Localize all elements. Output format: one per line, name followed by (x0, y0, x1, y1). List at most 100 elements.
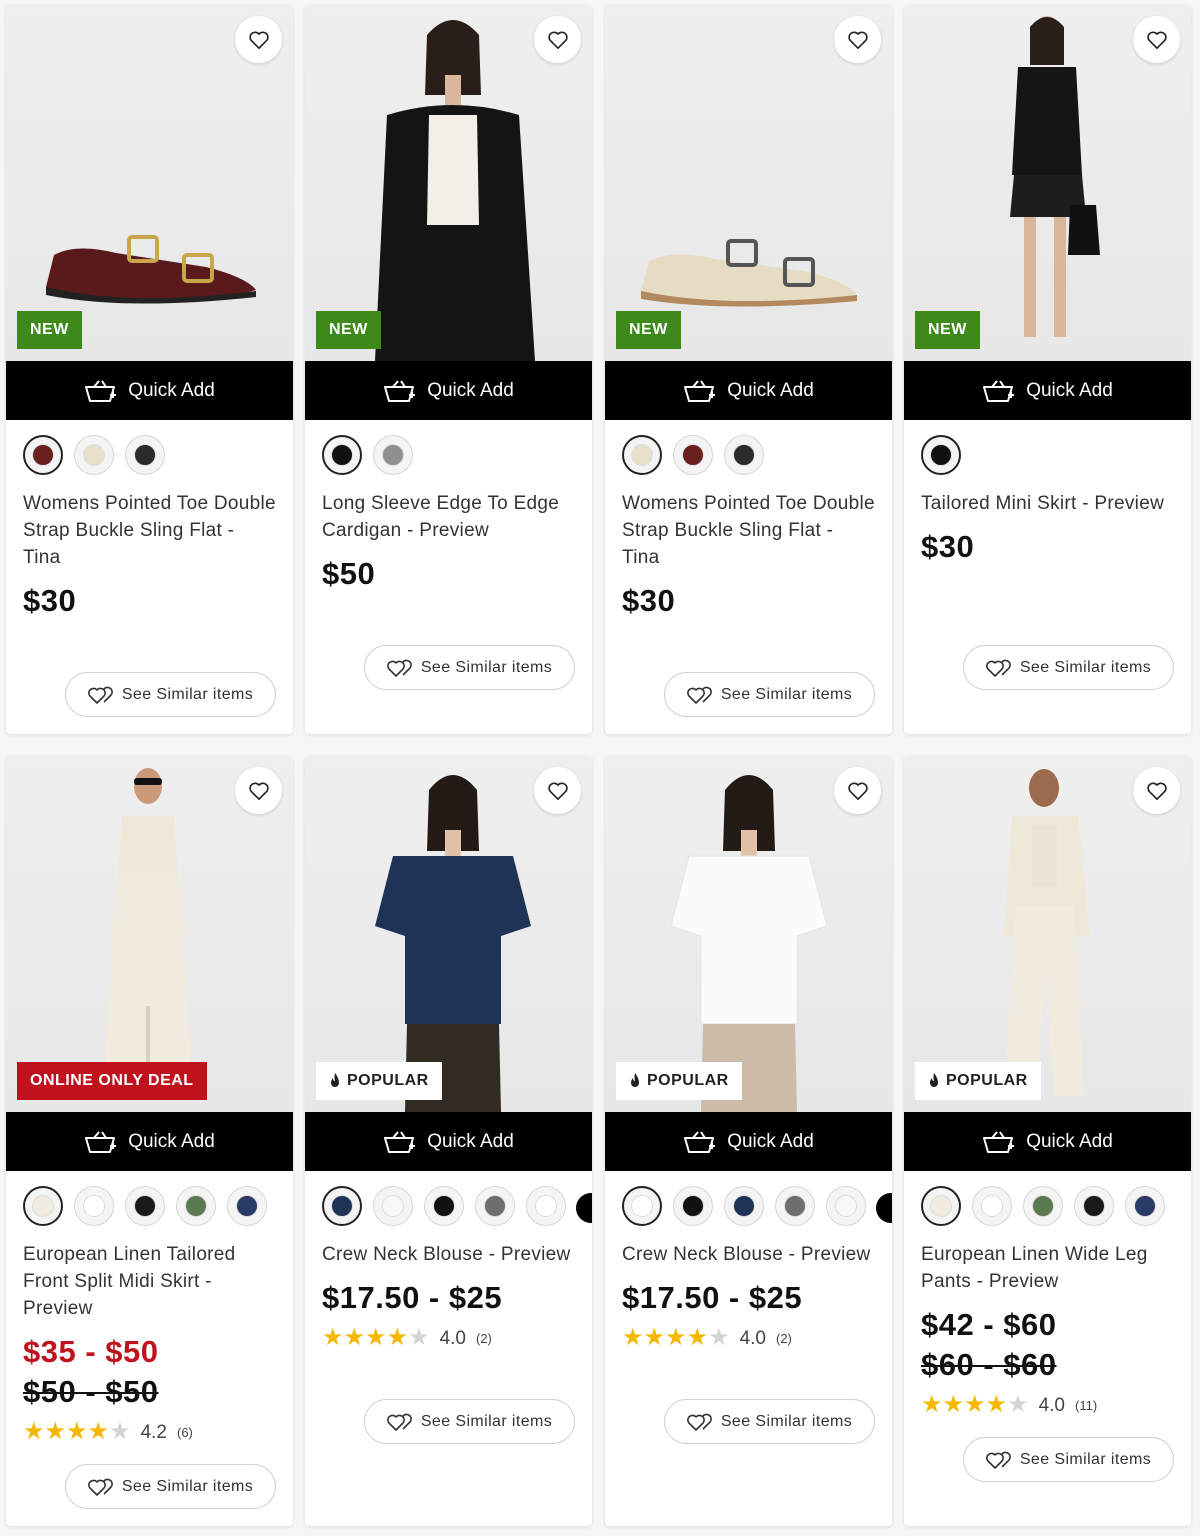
color-swatch[interactable] (1074, 1186, 1114, 1226)
color-swatch[interactable] (322, 435, 362, 475)
swatch-color (631, 444, 653, 466)
swatch-color (1032, 1195, 1054, 1217)
wishlist-button[interactable] (1133, 16, 1180, 63)
color-swatch[interactable] (526, 1186, 566, 1226)
basket-icon (384, 379, 416, 402)
star-icon: ★ (23, 1418, 45, 1445)
color-swatch[interactable] (673, 1186, 713, 1226)
rating-value: 4.0 (1038, 1394, 1065, 1416)
product-name[interactable]: European Linen Tailored Front Split Midi… (23, 1241, 276, 1322)
color-swatch[interactable] (373, 1186, 413, 1226)
color-swatch[interactable] (972, 1186, 1012, 1226)
similar-hearts-icon (87, 686, 113, 704)
see-similar-button[interactable]: See Similar items (364, 1399, 575, 1444)
color-swatch[interactable] (424, 1186, 464, 1226)
product-image[interactable]: POPULAR (305, 756, 592, 1112)
product-image[interactable]: NEW (305, 5, 592, 361)
swatch-color (835, 1195, 857, 1217)
review-count[interactable]: (2) (776, 1331, 792, 1346)
similar-hearts-icon (386, 659, 412, 677)
product-card[interactable]: NEW Quick Add Womens Pointed Toe Double … (6, 5, 293, 734)
quick-add-button[interactable]: Quick Add (305, 1112, 592, 1171)
swatch-scroll-button[interactable] (576, 1193, 592, 1223)
color-swatch[interactable] (921, 435, 961, 475)
review-count[interactable]: (2) (476, 1331, 492, 1346)
see-similar-button[interactable]: See Similar items (664, 1399, 875, 1444)
quick-add-label: Quick Add (727, 1130, 814, 1152)
color-swatch[interactable] (373, 435, 413, 475)
color-swatch[interactable] (1125, 1186, 1165, 1226)
see-similar-button[interactable]: See Similar items (65, 672, 276, 717)
see-similar-label: See Similar items (121, 685, 254, 703)
color-swatch[interactable] (322, 1186, 362, 1226)
product-name[interactable]: Tailored Mini Skirt - Preview (921, 490, 1174, 517)
wishlist-button[interactable] (534, 767, 581, 814)
product-name[interactable]: Long Sleeve Edge To Edge Cardigan - Prev… (322, 490, 575, 544)
product-image[interactable]: POPULAR (605, 756, 892, 1112)
quick-add-button[interactable]: Quick Add (605, 1112, 892, 1171)
quick-add-button[interactable]: Quick Add (6, 1112, 293, 1171)
color-swatch[interactable] (622, 435, 662, 475)
product-image[interactable]: NEW (904, 5, 1191, 361)
review-count[interactable]: (6) (177, 1425, 193, 1440)
see-similar-button[interactable]: See Similar items (364, 645, 575, 690)
product-card[interactable]: POPULAR Quick Add Crew Neck Blouse - Pre… (605, 756, 892, 1526)
product-name[interactable]: Womens Pointed Toe Double Strap Buckle S… (622, 490, 875, 571)
quick-add-button[interactable]: Quick Add (6, 361, 293, 420)
swatch-color (1083, 1195, 1105, 1217)
quick-add-button[interactable]: Quick Add (904, 361, 1191, 420)
product-image[interactable]: NEW (605, 5, 892, 361)
color-swatch[interactable] (1023, 1186, 1063, 1226)
product-image[interactable]: POPULAR (904, 756, 1191, 1112)
product-image[interactable]: ONLINE ONLY DEAL (6, 756, 293, 1112)
star-rating: ★★★★★ (23, 1420, 131, 1445)
original-price: $60 - $60 (921, 1347, 1057, 1382)
wishlist-button[interactable] (1133, 767, 1180, 814)
color-swatch[interactable] (673, 435, 713, 475)
color-swatch[interactable] (23, 1186, 63, 1226)
see-similar-button[interactable]: See Similar items (963, 1437, 1174, 1482)
color-swatch[interactable] (826, 1186, 866, 1226)
color-swatch[interactable] (74, 1186, 114, 1226)
product-image[interactable]: NEW (6, 5, 293, 361)
product-info: European Linen Tailored Front Split Midi… (6, 1171, 293, 1445)
product-name[interactable]: Womens Pointed Toe Double Strap Buckle S… (23, 490, 276, 571)
color-swatch[interactable] (921, 1186, 961, 1226)
see-similar-button[interactable]: See Similar items (65, 1464, 276, 1509)
color-swatch[interactable] (23, 435, 63, 475)
quick-add-button[interactable]: Quick Add (605, 361, 892, 420)
color-swatch[interactable] (125, 435, 165, 475)
product-card[interactable]: ONLINE ONLY DEAL Quick Add European Line… (6, 756, 293, 1526)
heart-icon (547, 782, 568, 800)
wishlist-button[interactable] (834, 767, 881, 814)
see-similar-button[interactable]: See Similar items (963, 645, 1174, 690)
wishlist-button[interactable] (235, 767, 282, 814)
wishlist-button[interactable] (834, 16, 881, 63)
product-card[interactable]: NEW Quick Add Womens Pointed Toe Double … (605, 5, 892, 734)
color-swatch[interactable] (724, 1186, 764, 1226)
product-name[interactable]: Crew Neck Blouse - Preview (322, 1241, 575, 1268)
color-swatch[interactable] (622, 1186, 662, 1226)
quick-add-button[interactable]: Quick Add (305, 361, 592, 420)
color-swatch[interactable] (74, 435, 114, 475)
swatch-scroll-button[interactable] (876, 1193, 892, 1223)
product-card[interactable]: POPULAR Quick Add European Linen Wide Le… (904, 756, 1191, 1526)
see-similar-button[interactable]: See Similar items (664, 672, 875, 717)
color-swatch[interactable] (724, 435, 764, 475)
color-swatch[interactable] (227, 1186, 267, 1226)
product-card[interactable]: NEW Quick Add Long Sleeve Edge To Edge C… (305, 5, 592, 734)
product-card[interactable]: NEW Quick Add Tailored Mini Skirt - Prev… (904, 5, 1191, 734)
color-swatch[interactable] (176, 1186, 216, 1226)
product-name[interactable]: Crew Neck Blouse - Preview (622, 1241, 875, 1268)
color-swatch[interactable] (775, 1186, 815, 1226)
color-swatch[interactable] (475, 1186, 515, 1226)
heart-icon (547, 31, 568, 49)
review-count[interactable]: (11) (1075, 1398, 1097, 1413)
wishlist-button[interactable] (235, 16, 282, 63)
product-name[interactable]: European Linen Wide Leg Pants - Preview (921, 1241, 1174, 1295)
product-price: $30 (622, 583, 676, 618)
wishlist-button[interactable] (534, 16, 581, 63)
quick-add-button[interactable]: Quick Add (904, 1112, 1191, 1171)
product-card[interactable]: POPULAR Quick Add Crew Neck Blouse - Pre… (305, 756, 592, 1526)
color-swatch[interactable] (125, 1186, 165, 1226)
